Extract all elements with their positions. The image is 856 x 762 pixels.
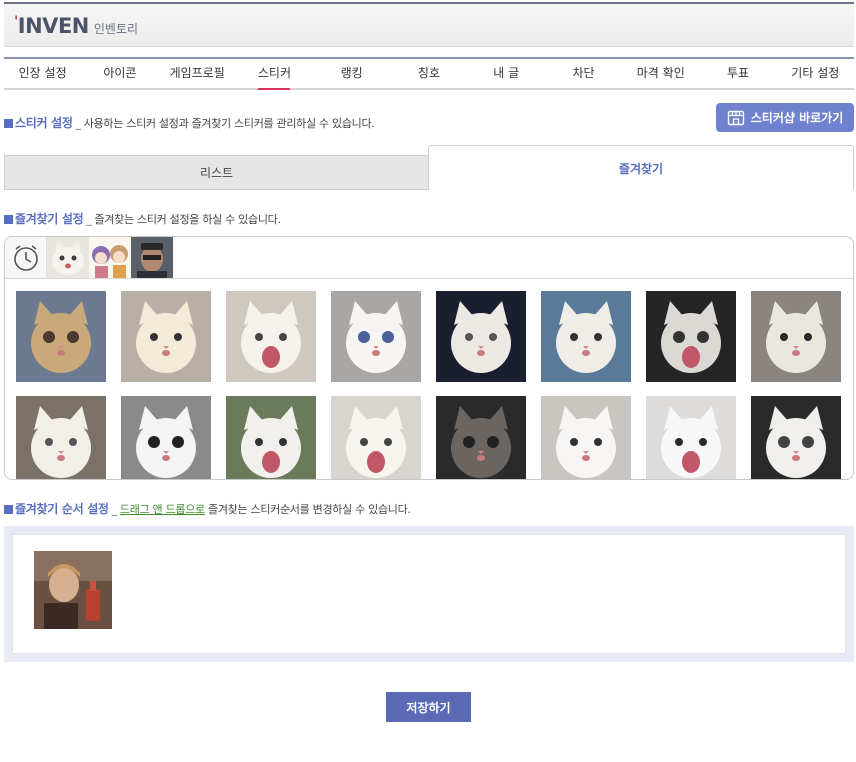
recent-clock-icon[interactable]	[5, 237, 47, 278]
nav-item-7[interactable]: 차단	[545, 59, 622, 88]
nav-item-2[interactable]: 게임프로필	[159, 59, 236, 88]
sticker-item[interactable]	[751, 396, 841, 479]
drag-drop-link[interactable]: 드래그 앤 드롭으로	[120, 503, 205, 516]
sticker-item[interactable]	[16, 291, 106, 382]
nav-item-6[interactable]: 내 글	[468, 59, 545, 88]
tab-list[interactable]: 리스트	[4, 155, 429, 190]
inven-logo[interactable]: 'INVEN 인벤토리	[14, 14, 138, 38]
header: 'INVEN 인벤토리	[4, 2, 854, 47]
sticker-item[interactable]	[646, 396, 736, 479]
sticker-pack-bar	[5, 237, 853, 279]
sticker-item[interactable]	[16, 396, 106, 479]
order-dropzone[interactable]	[12, 534, 846, 654]
sticker-item[interactable]	[646, 291, 736, 382]
sticker-settings-title: 스티커 설정 _ 사용하는 스티커 설정과 즐겨찾기 스티커를 관리하실 수 있습니…	[4, 114, 375, 131]
nav-item-0[interactable]: 인장 설정	[4, 59, 81, 88]
sticker-pack-girls[interactable]	[89, 237, 131, 278]
store-icon	[727, 110, 744, 125]
nav-item-5[interactable]: 칭호	[390, 59, 467, 88]
nav-item-9[interactable]: 투표	[699, 59, 776, 88]
sticker-item[interactable]	[541, 396, 631, 479]
main-nav: 인장 설정 아이콘 게임프로필 스티커 랭킹 칭호 내 글 차단 마격 확인 투표 기타 설정	[4, 57, 854, 90]
save-button[interactable]: 저장하기	[386, 692, 471, 722]
sticker-item[interactable]	[436, 291, 526, 382]
sticker-item[interactable]	[331, 396, 421, 479]
order-settings-title: 즐겨찾기 순서 설정 _ 드래그 앤 드롭으로 즐겨찾는 스티커순서를 변경하실 수…	[4, 500, 411, 517]
sticker-item[interactable]	[331, 291, 421, 382]
favorite-sticker-item[interactable]	[34, 551, 112, 629]
sticker-grid	[16, 291, 841, 479]
sticker-panel	[4, 236, 854, 480]
nav-item-3[interactable]: 스티커	[236, 59, 313, 88]
nav-item-8[interactable]: 마격 확인	[622, 59, 699, 88]
sticker-shop-button[interactable]: 스티커샵 바로가기	[716, 103, 854, 132]
sticker-item[interactable]	[436, 396, 526, 479]
square-bullet-icon	[4, 505, 13, 514]
favorite-settings-title: 즐겨찾기 설정 _ 즐겨찾는 스티커 설정을 하실 수 있습니다.	[4, 210, 281, 227]
sticker-pack-man[interactable]	[131, 237, 173, 278]
sticker-item[interactable]	[226, 291, 316, 382]
square-bullet-icon	[4, 119, 13, 128]
nav-item-10[interactable]: 기타 설정	[777, 59, 854, 88]
nav-item-4[interactable]: 랭킹	[313, 59, 390, 88]
logo-sub: 인벤토리	[93, 22, 139, 36]
square-bullet-icon	[4, 215, 13, 224]
sticker-item[interactable]	[226, 396, 316, 479]
sticker-item[interactable]	[751, 291, 841, 382]
logo-main: 'INVEN	[14, 14, 89, 38]
order-area	[4, 526, 854, 662]
nav-item-1[interactable]: 아이콘	[81, 59, 158, 88]
sticker-pack-cat[interactable]	[47, 237, 89, 278]
sticker-item[interactable]	[541, 291, 631, 382]
tab-favorites[interactable]: 즐겨찾기	[428, 145, 854, 190]
sticker-item[interactable]	[121, 396, 211, 479]
sticker-item[interactable]	[121, 291, 211, 382]
